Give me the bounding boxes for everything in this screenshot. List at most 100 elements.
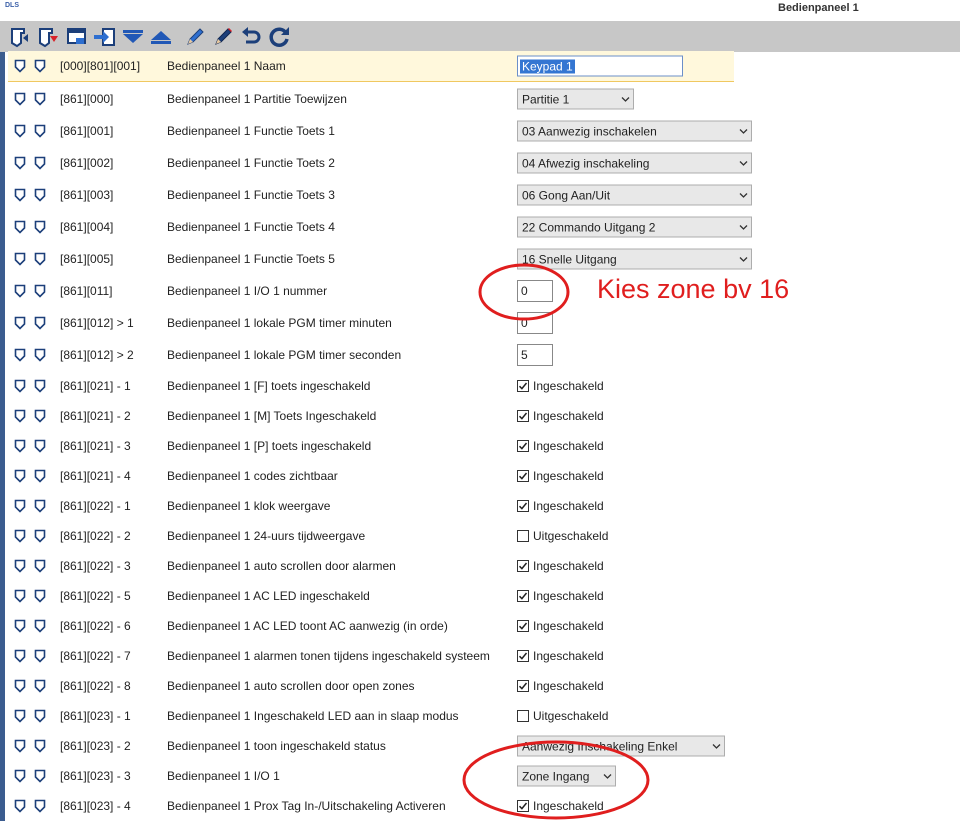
- shield-icon[interactable]: [34, 284, 46, 298]
- shield-icon[interactable]: [14, 188, 26, 202]
- chevron-down-icon[interactable]: [617, 90, 633, 109]
- shield-icon[interactable]: [34, 709, 46, 723]
- chevron-down-icon[interactable]: [735, 122, 751, 141]
- checkbox-checked[interactable]: [517, 440, 529, 452]
- setting-row[interactable]: [861][023] - 4 Bedienpaneel 1 Prox Tag In…: [8, 791, 734, 821]
- setting-checkbox[interactable]: Uitgeschakeld: [517, 529, 608, 543]
- shield-icon[interactable]: [14, 619, 26, 633]
- shield-icon[interactable]: [14, 284, 26, 298]
- checkbox-unchecked[interactable]: [517, 530, 529, 542]
- setting-dropdown[interactable]: 22 Commando Uitgang 2: [517, 216, 752, 238]
- shield-icon[interactable]: [14, 92, 26, 106]
- setting-row[interactable]: [861][012] > 1 Bedienpaneel 1 lokale PGM …: [8, 308, 734, 338]
- chevron-down-icon[interactable]: [735, 250, 751, 269]
- shield-icon[interactable]: [14, 649, 26, 663]
- shield-icon[interactable]: [34, 469, 46, 483]
- checkbox-checked[interactable]: [517, 650, 529, 662]
- shield-icon[interactable]: [14, 709, 26, 723]
- shield-icon[interactable]: [34, 252, 46, 266]
- shield-icon[interactable]: [34, 92, 46, 106]
- shield-icon[interactable]: [14, 316, 26, 330]
- setting-row[interactable]: [861][022] - 6 Bedienpaneel 1 AC LED toon…: [8, 611, 734, 641]
- pen-icon[interactable]: [211, 25, 235, 49]
- setting-row[interactable]: [861][021] - 2 Bedienpaneel 1 [M] Toets I…: [8, 401, 734, 431]
- chevron-down-icon[interactable]: [735, 186, 751, 205]
- shield-icon[interactable]: [34, 739, 46, 753]
- shield-icon[interactable]: [34, 439, 46, 453]
- shield-icon[interactable]: [14, 124, 26, 138]
- shield-icon[interactable]: [14, 156, 26, 170]
- setting-row[interactable]: [861][022] - 5 Bedienpaneel 1 AC LED inge…: [8, 581, 734, 611]
- shield-icon[interactable]: [14, 589, 26, 603]
- setting-dropdown[interactable]: 04 Afwezig inschakeling: [517, 152, 752, 174]
- setting-checkbox[interactable]: Ingeschakeld: [517, 499, 604, 513]
- setting-row[interactable]: [861][000] Bedienpaneel 1 Partitie Toewij…: [8, 84, 734, 114]
- setting-row[interactable]: [861][023] - 1 Bedienpaneel 1 Ingeschakel…: [8, 701, 734, 731]
- number-input[interactable]: 5: [517, 344, 553, 366]
- number-input[interactable]: 0: [517, 280, 553, 302]
- shield-icon[interactable]: [34, 679, 46, 693]
- chevron-down-icon[interactable]: [735, 154, 751, 173]
- shield-icon[interactable]: [34, 59, 46, 73]
- window-icon[interactable]: [65, 25, 89, 49]
- chevron-down-icon[interactable]: [599, 767, 615, 786]
- setting-checkbox[interactable]: Ingeschakeld: [517, 799, 604, 813]
- undo-icon[interactable]: [239, 25, 263, 49]
- setting-row[interactable]: [861][012] > 2 Bedienpaneel 1 lokale PGM …: [8, 340, 734, 370]
- setting-row[interactable]: [861][023] - 2 Bedienpaneel 1 toon ingesc…: [8, 731, 734, 761]
- setting-row[interactable]: [861][022] - 2 Bedienpaneel 1 24-uurs tij…: [8, 521, 734, 551]
- name-input[interactable]: Keypad 1: [517, 55, 683, 77]
- setting-row[interactable]: [861][004] Bedienpaneel 1 Functie Toets 4…: [8, 212, 752, 242]
- shield-icon[interactable]: [34, 769, 46, 783]
- setting-checkbox[interactable]: Ingeschakeld: [517, 649, 604, 663]
- checkbox-unchecked[interactable]: [517, 710, 529, 722]
- setting-row[interactable]: [861][021] - 1 Bedienpaneel 1 [F] toets i…: [8, 371, 734, 401]
- shield-icon[interactable]: [34, 220, 46, 234]
- arrow-down-icon[interactable]: [121, 25, 145, 49]
- download-icon[interactable]: [36, 25, 60, 49]
- shield-icon[interactable]: [34, 529, 46, 543]
- setting-dropdown[interactable]: Zone Ingang: [517, 765, 616, 787]
- shield-icon[interactable]: [34, 124, 46, 138]
- setting-dropdown[interactable]: Partitie 1: [517, 88, 634, 110]
- setting-row[interactable]: [861][021] - 3 Bedienpaneel 1 [P] toets i…: [8, 431, 734, 461]
- shield-icon[interactable]: [14, 220, 26, 234]
- checkbox-checked[interactable]: [517, 470, 529, 482]
- setting-checkbox[interactable]: Ingeschakeld: [517, 469, 604, 483]
- shield-icon[interactable]: [14, 348, 26, 362]
- setting-row[interactable]: [000][801][001] Bedienpaneel 1 Naam Keypad…: [8, 51, 734, 82]
- setting-dropdown[interactable]: Aanwezig Inschakeling Enkel: [517, 735, 725, 757]
- shield-icon[interactable]: [14, 529, 26, 543]
- shield-icon[interactable]: [14, 799, 26, 813]
- setting-checkbox[interactable]: Ingeschakeld: [517, 679, 604, 693]
- setting-checkbox[interactable]: Ingeschakeld: [517, 409, 604, 423]
- setting-row[interactable]: [861][005] Bedienpaneel 1 Functie Toets 5…: [8, 244, 752, 274]
- shield-icon[interactable]: [14, 439, 26, 453]
- setting-dropdown[interactable]: 03 Aanwezig inschakelen: [517, 120, 752, 142]
- shield-icon[interactable]: [34, 559, 46, 573]
- setting-row[interactable]: [861][022] - 3 Bedienpaneel 1 auto scroll…: [8, 551, 734, 581]
- setting-row[interactable]: [861][003] Bedienpaneel 1 Functie Toets 3…: [8, 180, 752, 210]
- shield-icon[interactable]: [14, 769, 26, 783]
- shield-icon[interactable]: [14, 559, 26, 573]
- transfer-icon[interactable]: [93, 25, 117, 49]
- shield-icon[interactable]: [34, 799, 46, 813]
- setting-row[interactable]: [861][001] Bedienpaneel 1 Functie Toets 1…: [8, 116, 752, 146]
- setting-checkbox[interactable]: Ingeschakeld: [517, 439, 604, 453]
- chevron-down-icon[interactable]: [735, 218, 751, 237]
- checkbox-checked[interactable]: [517, 680, 529, 692]
- shield-icon[interactable]: [34, 316, 46, 330]
- checkbox-checked[interactable]: [517, 410, 529, 422]
- shield-icon[interactable]: [14, 469, 26, 483]
- shield-icon[interactable]: [14, 252, 26, 266]
- shield-icon[interactable]: [34, 156, 46, 170]
- pen-icon[interactable]: [183, 25, 207, 49]
- shield-icon[interactable]: [14, 379, 26, 393]
- shield-icon[interactable]: [14, 499, 26, 513]
- setting-checkbox[interactable]: Uitgeschakeld: [517, 709, 608, 723]
- shield-icon[interactable]: [14, 59, 26, 73]
- shield-icon[interactable]: [34, 188, 46, 202]
- checkbox-checked[interactable]: [517, 500, 529, 512]
- setting-row[interactable]: [861][022] - 1 Bedienpaneel 1 klok weerga…: [8, 491, 734, 521]
- shield-icon[interactable]: [34, 379, 46, 393]
